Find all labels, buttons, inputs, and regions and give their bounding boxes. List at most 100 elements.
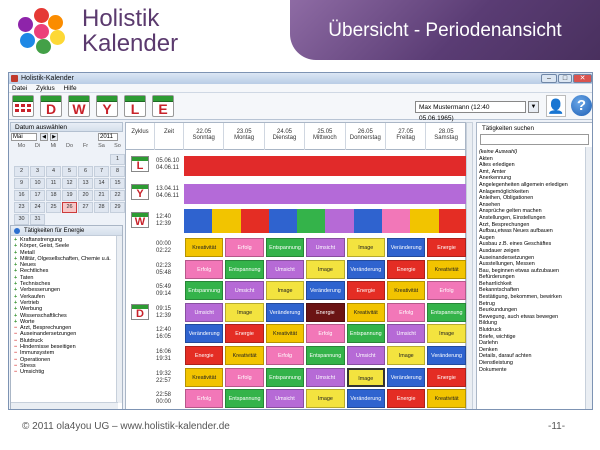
minimize-button[interactable]: –	[541, 74, 557, 83]
year-view-button[interactable]: Y	[96, 95, 118, 117]
calendar-day[interactable]: 10	[30, 178, 45, 189]
activity-item[interactable]: Anstellungen, Einstellungen	[479, 215, 585, 222]
energy-cell[interactable]: Kreativität	[265, 324, 305, 344]
activity-item[interactable]: Denken	[479, 347, 585, 354]
day-view-button[interactable]: D	[40, 95, 62, 117]
energy-cell[interactable]: Entspannung	[346, 324, 385, 344]
activity-item[interactable]: Dienstleistung	[479, 360, 585, 367]
energy-cell[interactable]: Erfolg	[427, 281, 466, 301]
energy-cell[interactable]: Entspannung	[225, 259, 264, 279]
energy-cell[interactable]: Kreativität	[387, 281, 426, 301]
tree-item[interactable]: − Umsichtig	[14, 369, 122, 375]
activity-item[interactable]: Darlehn	[479, 340, 585, 347]
cycle-badge[interactable]: Y	[131, 184, 149, 200]
calendar-day[interactable]: 13	[78, 178, 93, 189]
activity-item[interactable]: Beharrlichkeit	[479, 281, 585, 288]
calendar-day[interactable]: 4	[46, 166, 61, 177]
activity-item[interactable]: Details, darauf achten	[479, 353, 585, 360]
calendar-day[interactable]: 26	[62, 202, 77, 213]
energy-cell[interactable]: Umsicht	[265, 259, 305, 279]
activity-item[interactable]: Bewegung, auch etwas bewegen	[479, 314, 585, 321]
energy-cell[interactable]: Kreativität	[225, 346, 264, 365]
calendar-day[interactable]: 8	[110, 166, 125, 177]
activity-item[interactable]: Augen	[479, 235, 585, 242]
day-column-header[interactable]: 27.05 Freitag	[386, 123, 427, 150]
energy-cell[interactable]: Erfolg	[185, 259, 224, 279]
energy-cell[interactable]: Entspannung	[185, 281, 224, 301]
activity-item[interactable]: Bekanntschaften	[479, 287, 585, 294]
energy-cell[interactable]: Erfolg	[265, 346, 305, 365]
day-column-header[interactable]: 28.05 Samstag	[426, 123, 467, 150]
calendar-day[interactable]: 12	[62, 178, 77, 189]
calendar-day[interactable]: 16	[14, 190, 29, 201]
activity-item[interactable]: Arzt, Besprechungen	[479, 222, 585, 229]
energy-cell[interactable]: Energie	[387, 389, 426, 409]
calendar-day[interactable]: 30	[14, 214, 29, 225]
energy-cell[interactable]: Veränderung	[346, 259, 385, 279]
calendar-day[interactable]: 21	[94, 190, 109, 201]
energy-cell[interactable]: Umsicht	[265, 389, 305, 409]
energy-cell[interactable]: Energie	[306, 302, 345, 322]
energy-cell[interactable]: Erfolg	[185, 389, 224, 409]
activity-search-input[interactable]	[480, 134, 589, 145]
energy-cell[interactable]: Kreativität	[185, 238, 224, 257]
activity-item[interactable]: Ansprüche gelten machen	[479, 208, 585, 215]
maximize-button[interactable]: □	[558, 74, 572, 83]
activity-item[interactable]: Bau, beginnen etwas aufzubauen	[479, 268, 585, 275]
menu-hilfe[interactable]: Hilfe	[64, 85, 77, 92]
calendar-day[interactable]: 23	[14, 202, 29, 213]
energy-cell[interactable]: Image	[387, 346, 426, 365]
activity-item[interactable]: Dokumente	[479, 367, 585, 374]
activity-scrollbar[interactable]	[585, 147, 592, 409]
calendar-grid-button[interactable]	[12, 95, 34, 117]
energy-cell[interactable]: Erfolg	[306, 324, 345, 344]
activity-item[interactable]: Blutdruck	[479, 327, 585, 334]
energy-cell[interactable]: Kreativität	[427, 389, 466, 409]
activity-item[interactable]: Anerkennung	[479, 175, 585, 182]
activity-item[interactable]: Briefe, wichtige	[479, 334, 585, 341]
menu-datei[interactable]: Datei	[12, 85, 27, 92]
activity-item[interactable]: Befürderungen	[479, 274, 585, 281]
activity-item[interactable]: Akten	[479, 156, 585, 163]
calendar-day[interactable]: 25	[46, 202, 61, 213]
day-column-header[interactable]: 26.05 Donnerstag	[346, 123, 386, 150]
calendar-day[interactable]: 15	[110, 178, 125, 189]
activity-item[interactable]: Ansehen	[479, 202, 585, 209]
calendar-day[interactable]: 11	[46, 178, 61, 189]
calendar-day[interactable]: 7	[94, 166, 109, 177]
activity-item[interactable]: Amt, Ämter	[479, 169, 585, 176]
energy-cell[interactable]: Energie	[225, 324, 264, 344]
energy-cell[interactable]: Erfolg	[225, 238, 264, 257]
energy-cell[interactable]: Kreativität	[427, 259, 466, 279]
week-view-button[interactable]: W	[68, 95, 90, 117]
calendar-day[interactable]: 14	[94, 178, 109, 189]
energy-cell[interactable]: Energie	[427, 238, 466, 257]
energy-cell[interactable]: Veränderung	[265, 302, 305, 322]
close-button[interactable]: ✕	[573, 74, 592, 83]
energy-cell[interactable]: Energie	[185, 346, 224, 365]
energy-cell[interactable]: Veränderung	[346, 389, 385, 409]
day-column-header[interactable]: 25.05 Mittwoch	[305, 123, 346, 150]
energy-cell[interactable]: Veränderung	[306, 281, 345, 301]
energy-cell[interactable]: Veränderung	[387, 367, 426, 387]
calendar-day[interactable]: 29	[110, 202, 125, 213]
activity-item[interactable]: Ausbau z.B. eines Geschäftes	[479, 241, 585, 248]
energy-cell[interactable]: Veränderung	[387, 238, 426, 257]
year-select[interactable]: 2011	[98, 133, 118, 141]
life-view-button[interactable]: L	[124, 95, 146, 117]
activity-item[interactable]: Beurkundungen	[479, 307, 585, 314]
day-column-header[interactable]: 23.05 Montag	[224, 123, 265, 150]
calendar-day[interactable]: 24	[30, 202, 45, 213]
activity-item[interactable]: Angelegenheiten allgemein erledigen	[479, 182, 585, 189]
energy-cell[interactable]: Image	[306, 259, 345, 279]
calendar-day[interactable]: 17	[30, 190, 45, 201]
activity-item[interactable]: Betrug	[479, 301, 585, 308]
energy-cell[interactable]: Umsicht	[346, 346, 385, 365]
energy-cell[interactable]: Umsicht	[387, 324, 426, 344]
activity-item[interactable]: Bildung	[479, 320, 585, 327]
activity-item[interactable]: Ausdauer zeigen	[479, 248, 585, 255]
energy-cell[interactable]: Image	[225, 302, 264, 322]
calendar-day[interactable]: 1	[110, 154, 125, 165]
activity-item[interactable]: (keine Auswahl)	[479, 149, 585, 156]
grid-scrollbar[interactable]	[466, 122, 473, 409]
